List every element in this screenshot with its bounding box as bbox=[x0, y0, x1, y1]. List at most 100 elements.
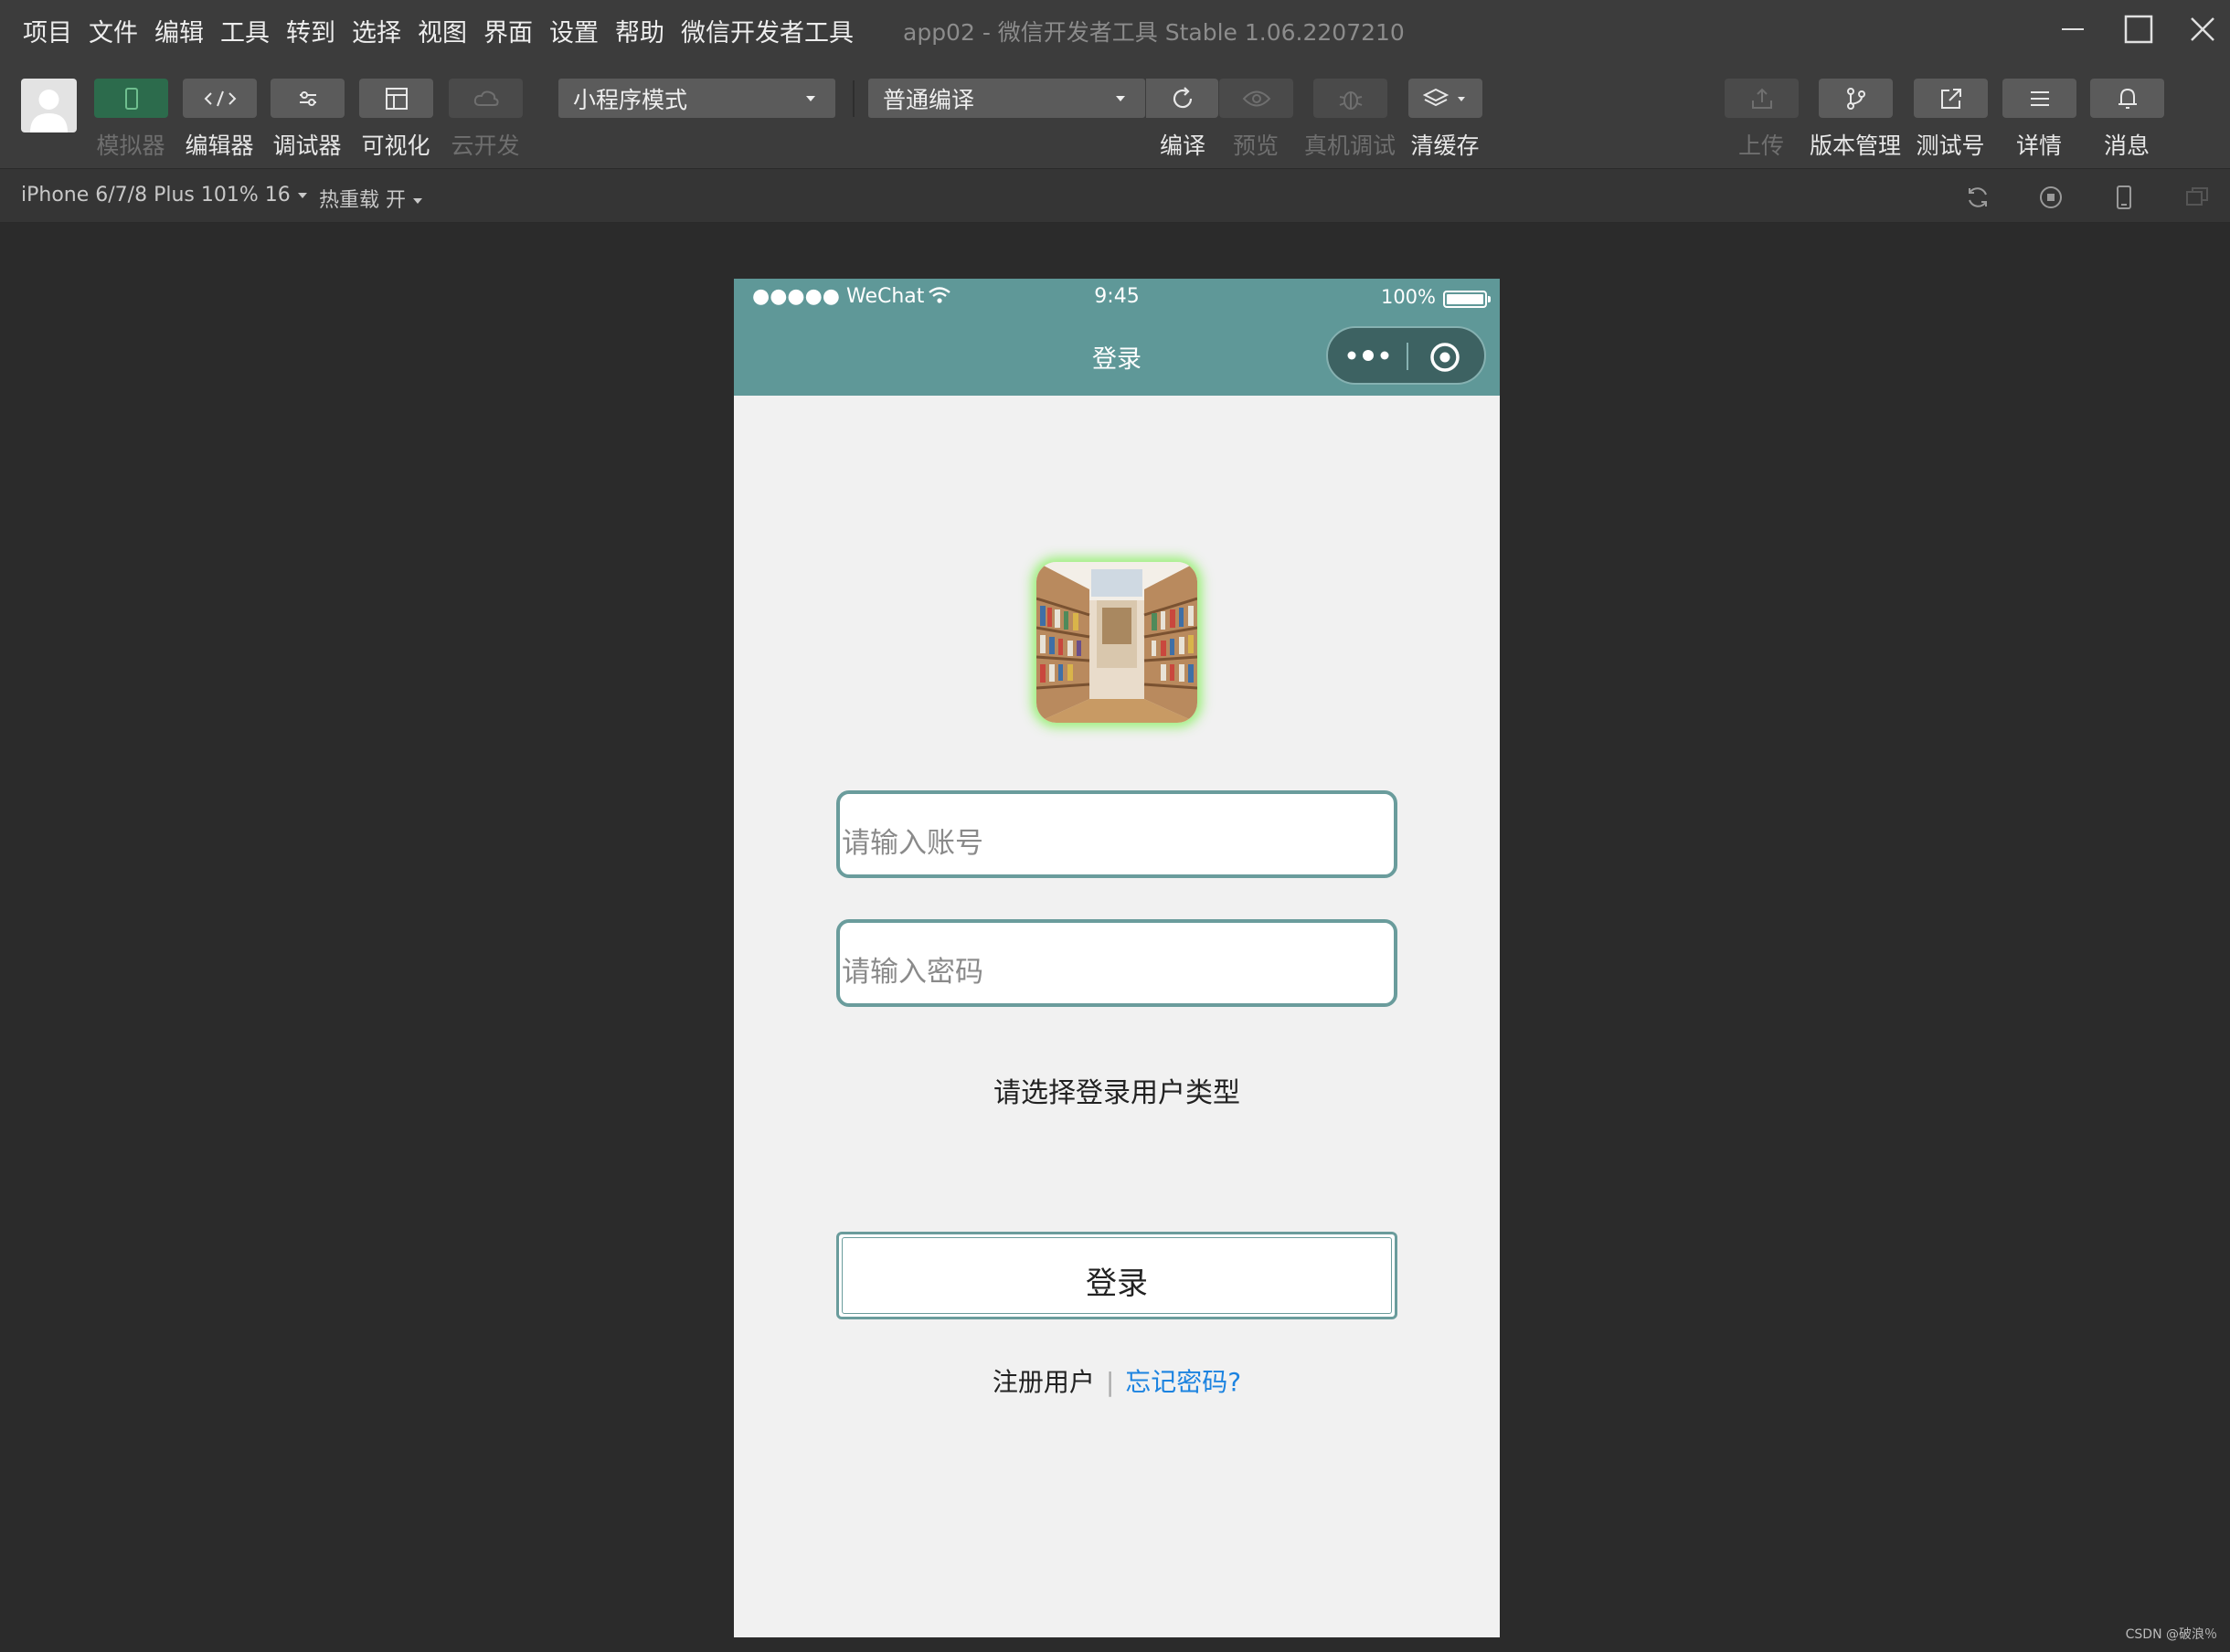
debugger-icon bbox=[299, 90, 316, 106]
phone-icon bbox=[124, 87, 138, 110]
bottom-links: 注册用户 | 忘记密码? bbox=[734, 1362, 1500, 1399]
login-button[interactable]: 登录 bbox=[836, 1232, 1397, 1319]
menu-capsule bbox=[1326, 326, 1486, 385]
toolbar-divider bbox=[853, 80, 855, 117]
forgot-password-link[interactable]: 忘记密码? bbox=[1125, 1367, 1241, 1397]
mode-select[interactable]: 小程序模式 bbox=[558, 79, 835, 118]
version-control-button[interactable] bbox=[1819, 79, 1893, 118]
menu-icon bbox=[2030, 90, 2049, 106]
more-icon[interactable] bbox=[1344, 344, 1392, 366]
toolbar: 模拟器 编辑器 调试器 可视化 云开发 小程序模式 普通编译 编译 预览 真机调… bbox=[0, 58, 2230, 168]
device-frame-button[interactable] bbox=[2108, 182, 2140, 213]
nav-bar: 登录 bbox=[734, 315, 1500, 396]
editor-button[interactable] bbox=[183, 79, 257, 118]
device-select-value: iPhone 6/7/8 Plus 101% 16 bbox=[21, 184, 291, 206]
messages-button[interactable] bbox=[2090, 79, 2164, 118]
menu-edit[interactable]: 编辑 bbox=[154, 13, 204, 48]
status-bar: ●●●●● WeChat 9:45 100% bbox=[734, 279, 1500, 315]
minimize-button[interactable] bbox=[2044, 7, 2102, 51]
stop-icon bbox=[2040, 186, 2062, 208]
maximize-icon bbox=[2124, 15, 2153, 44]
branch-icon bbox=[1846, 87, 1865, 110]
register-link[interactable]: 注册用户 bbox=[993, 1367, 1095, 1397]
battery-icon bbox=[1443, 291, 1491, 308]
hot-reload-value: 热重载 开 bbox=[319, 189, 406, 212]
upload-button[interactable] bbox=[1725, 79, 1799, 118]
device-select[interactable]: iPhone 6/7/8 Plus 101% 16 bbox=[21, 184, 307, 206]
details-button[interactable] bbox=[2002, 79, 2076, 118]
eye-icon bbox=[1242, 90, 1270, 106]
menu-help[interactable]: 帮助 bbox=[615, 13, 664, 48]
menu-bar: 项目 文件 编辑 工具 转到 选择 视图 界面 设置 帮助 微信开发者工具 ap… bbox=[0, 0, 2230, 58]
stop-button[interactable] bbox=[2035, 182, 2066, 213]
remote-debug-label: 真机调试 bbox=[1303, 132, 1396, 159]
compile-select-value: 普通编译 bbox=[883, 86, 975, 113]
menu-project[interactable]: 项目 bbox=[23, 13, 72, 48]
hot-reload-select[interactable]: 热重载 开 bbox=[319, 184, 422, 213]
cloud-icon bbox=[473, 90, 499, 106]
upload-icon bbox=[1751, 88, 1772, 109]
minimize-icon bbox=[2062, 28, 2084, 30]
layout-icon bbox=[385, 87, 408, 110]
cloud-dev-label: 云开发 bbox=[451, 132, 520, 159]
windows-icon bbox=[2186, 187, 2208, 206]
chevron-down-icon bbox=[806, 96, 815, 101]
test-account-button[interactable] bbox=[1914, 79, 1988, 118]
detach-window-button[interactable] bbox=[2182, 182, 2213, 213]
close-miniprogram-icon[interactable] bbox=[1428, 341, 1461, 374]
menu-select[interactable]: 选择 bbox=[352, 13, 401, 48]
account-input[interactable]: 请输入账号 bbox=[836, 790, 1397, 878]
chevron-down-icon bbox=[1116, 96, 1125, 101]
menu-interface[interactable]: 界面 bbox=[483, 13, 533, 48]
maximize-button[interactable] bbox=[2109, 7, 2168, 51]
refresh-icon bbox=[1173, 86, 1192, 108]
link-separator: | bbox=[1105, 1367, 1115, 1397]
battery-percent: 100% bbox=[1380, 286, 1436, 308]
preview-button[interactable] bbox=[1219, 79, 1293, 118]
menu-view[interactable]: 视图 bbox=[418, 13, 467, 48]
close-icon bbox=[2191, 17, 2214, 41]
upload-label: 上传 bbox=[1737, 132, 1784, 159]
user-type-picker[interactable]: 请选择登录用户类型 bbox=[734, 1070, 1500, 1110]
avatar[interactable] bbox=[21, 79, 77, 132]
debugger-button[interactable] bbox=[271, 79, 345, 118]
capsule-divider bbox=[1407, 343, 1408, 370]
watermark: CSDN @破浪％ bbox=[2125, 1627, 2217, 1642]
menu-file[interactable]: 文件 bbox=[89, 13, 138, 48]
preview-label: 预览 bbox=[1232, 132, 1279, 159]
account-placeholder: 请输入账号 bbox=[842, 827, 983, 860]
close-button[interactable] bbox=[2173, 7, 2230, 51]
simulator-subbar: iPhone 6/7/8 Plus 101% 16 热重载 开 bbox=[0, 168, 2230, 223]
clear-cache-button[interactable] bbox=[1408, 79, 1482, 118]
remote-debug-button[interactable] bbox=[1313, 79, 1387, 118]
mode-select-value: 小程序模式 bbox=[573, 86, 688, 113]
compile-select[interactable]: 普通编译 bbox=[868, 79, 1145, 118]
menu-devtools[interactable]: 微信开发者工具 bbox=[681, 13, 854, 48]
devtools-window: 项目 文件 编辑 工具 转到 选择 视图 界面 设置 帮助 微信开发者工具 ap… bbox=[0, 0, 2230, 1652]
app-logo bbox=[1036, 562, 1197, 723]
messages-label: 消息 bbox=[2103, 132, 2150, 159]
login-button-label: 登录 bbox=[1086, 1265, 1148, 1302]
external-link-icon bbox=[1940, 88, 1961, 109]
bell-icon bbox=[2118, 88, 2137, 109]
password-input[interactable]: 请输入密码 bbox=[836, 919, 1397, 1007]
compile-button[interactable] bbox=[1146, 79, 1218, 118]
menu-goto[interactable]: 转到 bbox=[286, 13, 335, 48]
phone-simulator: ●●●●● WeChat 9:45 100% 登录 请输入账号 请输入密码 请选… bbox=[734, 279, 1500, 1637]
version-control-label: 版本管理 bbox=[1809, 132, 1901, 159]
code-icon bbox=[204, 90, 236, 106]
layers-icon bbox=[1422, 88, 1465, 106]
phone-icon bbox=[2117, 185, 2131, 209]
chevron-down-icon bbox=[297, 193, 307, 198]
cloud-dev-button[interactable] bbox=[449, 79, 523, 118]
password-placeholder: 请输入密码 bbox=[842, 956, 983, 989]
user-avatar-icon bbox=[30, 90, 68, 132]
simulator-button[interactable] bbox=[94, 79, 168, 118]
rotate-button[interactable] bbox=[1962, 182, 1993, 213]
visual-button[interactable] bbox=[359, 79, 433, 118]
menu-tools[interactable]: 工具 bbox=[220, 13, 270, 48]
bug-icon bbox=[1339, 90, 1362, 110]
chevron-down-icon bbox=[413, 198, 422, 204]
clear-cache-label: 清缓存 bbox=[1410, 132, 1480, 159]
menu-settings[interactable]: 设置 bbox=[549, 13, 599, 48]
